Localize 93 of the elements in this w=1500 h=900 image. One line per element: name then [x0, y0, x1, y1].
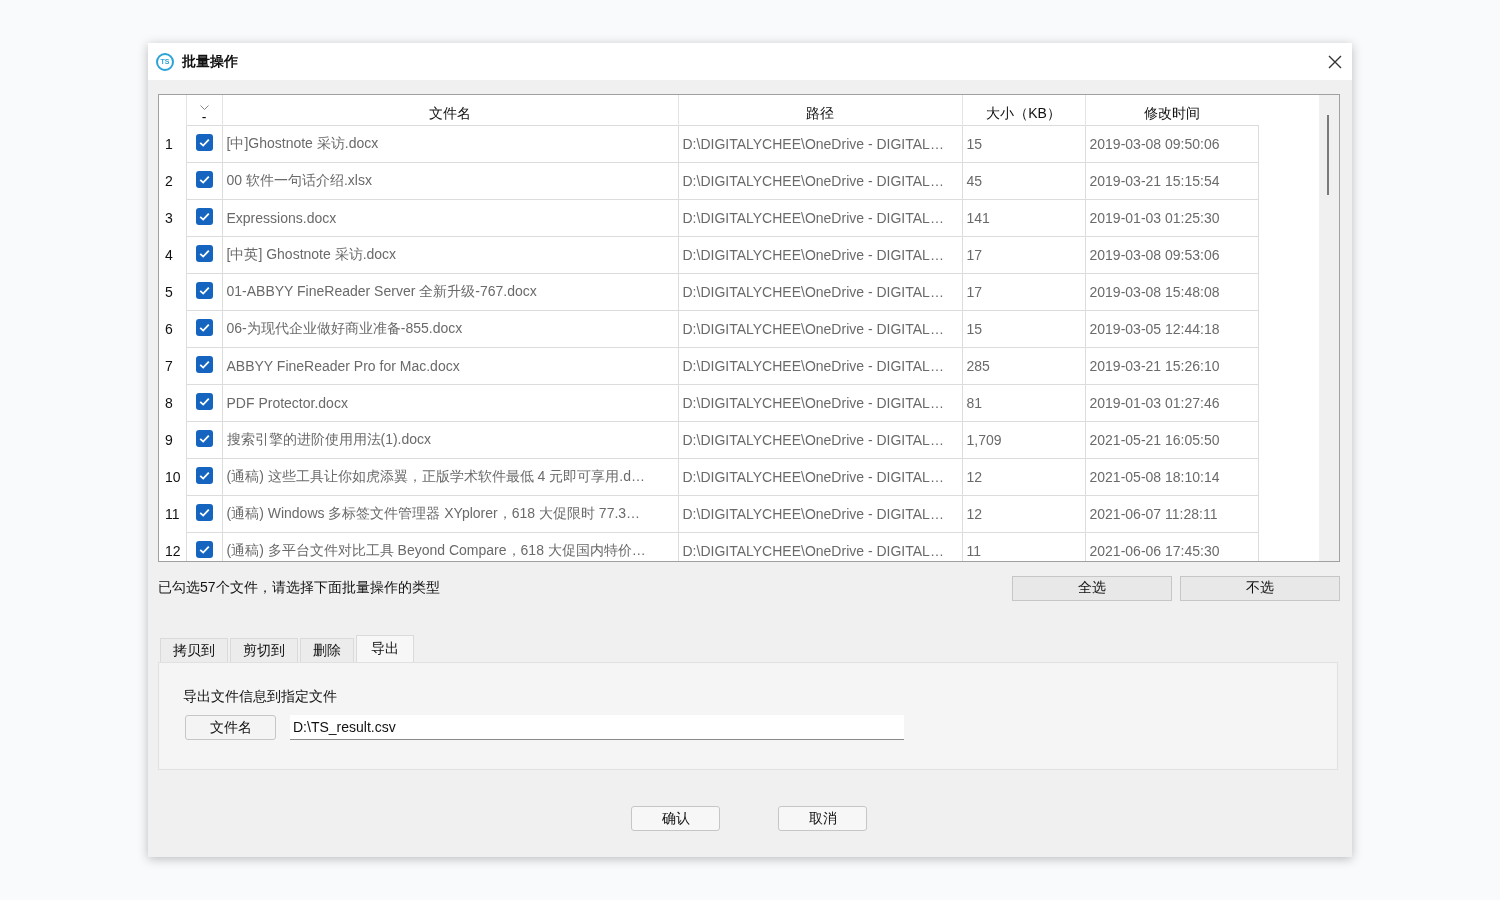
row-number: 9	[165, 432, 173, 448]
checkbox[interactable]	[195, 245, 213, 262]
table-cell: 1,709	[966, 432, 1002, 448]
table-cell: [中]Ghostnote 采访.docx	[226, 135, 379, 151]
table-cell: 17	[966, 284, 983, 300]
checkbox[interactable]	[195, 282, 213, 299]
table-cell: 06-为现代企业做好商业准备-855.docx	[226, 320, 463, 336]
table-cell: D:\DIGITALYCHEE\OneDrive - DIGITAL…	[682, 321, 944, 337]
table-cell: 2021-05-08 18:10:14	[1089, 469, 1220, 485]
column-header[interactable]: 文件名	[429, 105, 471, 121]
checkbox[interactable]	[195, 356, 213, 373]
row-number: 5	[165, 284, 173, 300]
checkbox[interactable]	[195, 430, 213, 447]
table-cell: 11	[966, 543, 982, 559]
column-header[interactable]: 修改时间	[1143, 105, 1200, 121]
table-cell: 2019-03-08 09:50:06	[1089, 136, 1220, 152]
table-cell: 2019-01-03 01:25:30	[1089, 210, 1220, 226]
table-cell: 12	[966, 506, 983, 522]
table-cell: 2019-03-05 12:44:18	[1089, 321, 1220, 337]
checkbox[interactable]	[195, 134, 213, 151]
close-icon[interactable]	[1328, 54, 1342, 69]
checkbox[interactable]	[195, 541, 213, 558]
table-cell: D:\DIGITALYCHEE\OneDrive - DIGITAL…	[682, 173, 944, 189]
select-button[interactable]: 全选	[1012, 575, 1172, 601]
row-number: 2	[165, 173, 173, 189]
table-cell: PDF Protector.docx	[226, 395, 348, 411]
scrollbar-thumb[interactable]	[1327, 115, 1329, 195]
window-title: 批量操作	[182, 52, 239, 71]
tab[interactable]: 拷贝到	[160, 638, 228, 662]
table-cell: D:\DIGITALYCHEE\OneDrive - DIGITAL…	[682, 247, 944, 263]
dialog-button[interactable]: 确认	[631, 806, 720, 831]
table-cell: 2021-06-06 17:45:30	[1089, 543, 1220, 559]
select-button[interactable]: 不选	[1180, 575, 1340, 601]
row-number: 12	[165, 543, 181, 559]
table-cell: D:\DIGITALYCHEE\OneDrive - DIGITAL…	[682, 395, 944, 411]
table-cell: D:\DIGITALYCHEE\OneDrive - DIGITAL…	[682, 358, 944, 374]
table-cell: D:\DIGITALYCHEE\OneDrive - DIGITAL…	[682, 506, 944, 522]
table-cell: D:\DIGITALYCHEE\OneDrive - DIGITAL…	[682, 136, 944, 152]
checkbox[interactable]	[195, 319, 213, 336]
dialog-button[interactable]: 取消	[778, 806, 867, 831]
table-cell: 2019-03-21 15:26:10	[1089, 358, 1220, 374]
table-cell: 81	[966, 395, 983, 411]
row-number: 11	[165, 506, 180, 522]
table-cell: D:\DIGITALYCHEE\OneDrive - DIGITAL…	[682, 543, 944, 559]
table-cell: 15	[966, 321, 983, 337]
table-cell: D:\DIGITALYCHEE\OneDrive - DIGITAL…	[682, 210, 944, 226]
table-cell: [中英] Ghostnote 采访.docx	[226, 246, 397, 262]
table-cell: 2019-01-03 01:27:46	[1089, 395, 1220, 411]
table-cell: 285	[966, 358, 990, 374]
table-cell: D:\DIGITALYCHEE\OneDrive - DIGITAL…	[682, 284, 944, 300]
tab[interactable]: 剪切到	[230, 638, 298, 662]
table-cell: 141	[966, 210, 990, 226]
table-cell: D:\DIGITALYCHEE\OneDrive - DIGITAL…	[682, 432, 944, 448]
table-cell: 搜索引擎的进阶使用用法(1).docx	[226, 431, 432, 447]
row-number: 3	[165, 210, 173, 226]
row-number: 10	[165, 469, 181, 485]
tab[interactable]: 删除	[300, 638, 354, 662]
table-cell: 15	[966, 136, 983, 152]
column-header[interactable]: -	[201, 111, 207, 123]
checkbox[interactable]	[195, 171, 213, 188]
table-cell: 45	[966, 173, 983, 189]
table-cell: 2019-03-21 15:15:54	[1089, 173, 1220, 189]
table-cell: 2019-03-08 15:48:08	[1089, 284, 1220, 300]
table-cell: 01-ABBYY FineReader Server 全新升级-767.docx	[226, 283, 537, 299]
row-number: 6	[165, 321, 173, 337]
table-cell: Expressions.docx	[226, 210, 337, 226]
table-cell: D:\DIGITALYCHEE\OneDrive - DIGITAL…	[682, 469, 944, 485]
table-cell: 12	[966, 469, 983, 485]
row-number: 1	[165, 136, 173, 152]
column-header[interactable]: 路径	[806, 105, 834, 121]
table-cell: (通稿) 这些工具让你如虎添翼，正版学术软件最低 4 元即可享用.d…	[226, 468, 645, 484]
table-cell: 2021-05-21 16:05:50	[1089, 432, 1220, 448]
panel-description: 导出文件信息到指定文件	[183, 688, 338, 706]
tab[interactable]: 导出	[356, 635, 414, 662]
column-header[interactable]: 大小（KB）	[986, 105, 1061, 121]
table-cell: ABBYY FineReader Pro for Mac.docx	[226, 358, 460, 374]
checkbox[interactable]	[195, 208, 213, 225]
file-name-button[interactable]: 文件名	[185, 715, 276, 740]
checkbox[interactable]	[195, 467, 213, 484]
table-cell: (通稿) 多平台文件对比工具 Beyond Compare，618 大促国内特价…	[226, 542, 646, 558]
row-number: 8	[165, 395, 173, 411]
row-number: 7	[165, 358, 173, 374]
table-cell: 00 软件一句话介绍.xlsx	[226, 172, 372, 188]
chevron-down-icon[interactable]	[199, 105, 209, 111]
table-cell: 2021-06-07 11:28:11	[1089, 506, 1218, 522]
checkbox[interactable]	[195, 393, 213, 410]
file-path-field[interactable]: D:\TS_result.csv	[290, 715, 904, 740]
table-cell: 17	[966, 247, 983, 263]
table-cell: 2019-03-08 09:53:06	[1089, 247, 1220, 263]
checkbox[interactable]	[195, 504, 213, 521]
selection-summary: 已勾选57个文件，请选择下面批量操作的类型	[158, 579, 441, 597]
row-number: 4	[165, 247, 173, 263]
table-cell: (通稿) Windows 多标签文件管理器 XYplorer，618 大促限时 77.3…	[226, 505, 641, 521]
